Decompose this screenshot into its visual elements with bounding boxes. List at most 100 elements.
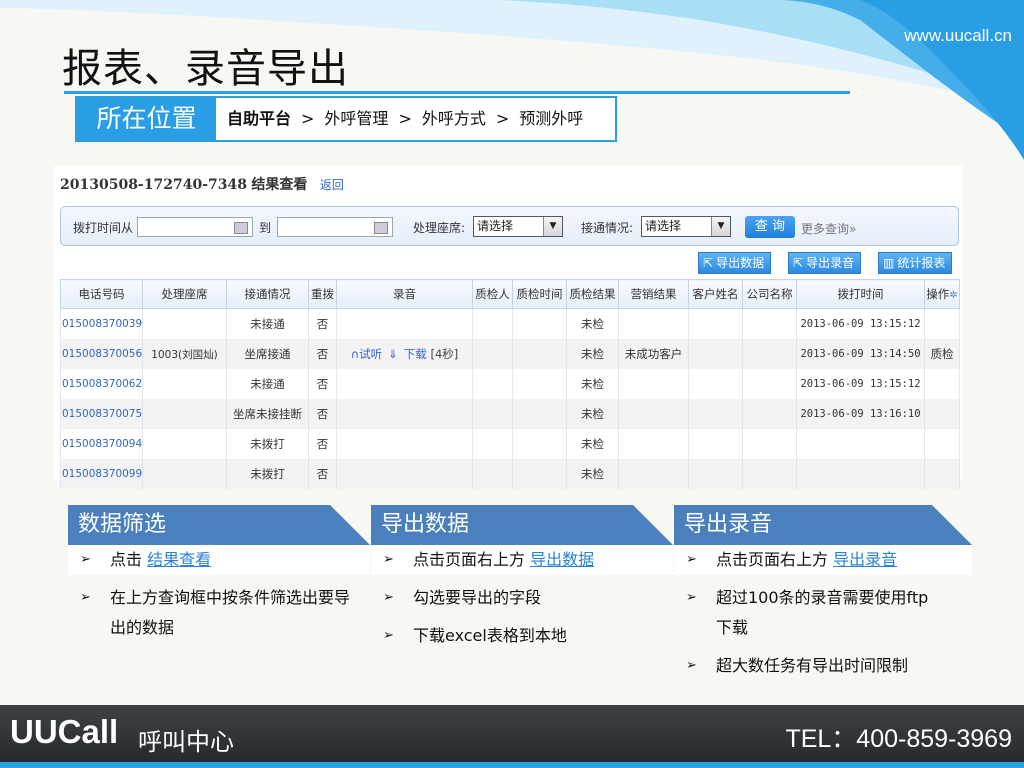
item-text: 在上方查询框中按条件筛选出要导出的数据 [110,588,351,637]
connect-select[interactable]: 请选择 ▼ [641,216,731,237]
headphones-icon: ∩ [350,347,360,361]
agent-select[interactable]: 请选择 ▼ [473,216,563,237]
redial-cell: 否 [308,308,337,339]
qc-person-cell [472,339,513,369]
phone-number-cell[interactable]: 015008370056 [60,339,143,369]
slide-title: 报表、录音导出 [62,46,349,92]
stats-report-label: 统计报表 [897,256,946,270]
export-recording-button[interactable]: ⇱ 导出录音 [788,252,862,274]
column-header[interactable]: 质检时间 [512,279,567,309]
item-text: 超大数任务有导出时间限制 [716,656,909,675]
download-link[interactable]: 下载 [404,347,427,361]
status-cell: 坐席未接挂断 [226,399,309,429]
column-header[interactable]: 处理座席 [142,279,227,309]
column-header[interactable]: 录音 [336,279,473,309]
column-header[interactable]: 质检结果 [566,279,619,309]
listen-link[interactable]: 试听 [359,347,382,361]
customer-name-cell [688,459,743,489]
qc-person-cell [472,459,513,489]
table-row: 015008370062 未接通否 未检 2013-06-09 13:15:12 [60,369,960,399]
operation-cell[interactable]: 质检 [924,339,960,369]
stats-report-button[interactable]: ▥ 统计报表 [878,252,953,274]
column-header[interactable]: 营销结果 [618,279,689,309]
chevron-down-icon[interactable]: ▼ [711,217,730,236]
panel-export-recording: 导出录音 ➢ 点击页面右上方 导出录音 ➢ 超过100条的录音需要使用ftp下载 ➢… [674,505,972,685]
qc-result-cell: 未检 [566,429,619,459]
calendar-icon[interactable] [234,222,248,234]
qc-result-cell: 未检 [566,399,619,429]
double-chevron-down-icon: » [849,222,857,236]
breadcrumb-separator: > [495,109,510,128]
calendar-icon[interactable] [374,222,388,234]
arrow-bullet-icon: ➢ [686,590,697,605]
phone-number-cell[interactable]: 015008370075 [60,399,143,429]
item-text: 下载excel表格到本地 [413,626,567,645]
time-to-label: 到 [259,221,272,235]
time-from-input[interactable] [137,217,253,237]
search-button[interactable]: 查 询 [745,216,795,238]
column-header[interactable]: 公司名称 [742,279,797,309]
column-header[interactable]: 操作✲ [924,279,960,309]
qc-time-cell [512,308,567,339]
company-name-cell [742,308,797,339]
location-tag: 所在位置 [77,98,216,140]
panel-data-filter: 数据筛选 ➢ 点击 结果查看 ➢ 在上方查询框中按条件筛选出要导出的数据 [68,505,370,685]
column-header[interactable]: 重拨 [308,279,337,309]
download-icon: ⇓ [388,347,398,361]
column-header[interactable]: 接通情况 [226,279,309,309]
footer-bar: UUCall 呼叫中心 TEL：400-859-3969 [0,705,1024,768]
export-data-button[interactable]: ⇱ 导出数据 [698,252,772,274]
status-cell: 未拨打 [226,459,309,489]
breadcrumb-item-method: 外呼方式 [421,109,486,128]
agent-select-value: 请选择 [477,219,514,233]
qc-time-cell [512,429,567,459]
agent-cell [142,429,227,459]
back-link[interactable]: 返回 [320,178,344,192]
arrow-bullet-icon: ➢ [80,552,91,567]
panel-title: 导出数据 [381,512,470,537]
recording-cell [336,399,473,429]
breadcrumb-item-platform: 自助平台 [227,109,292,128]
column-header[interactable]: 电话号码 [60,279,143,309]
export-data-link[interactable]: 导出数据 [530,550,594,569]
export-recording-link[interactable]: 导出录音 [833,550,897,569]
phone-number-cell[interactable]: 015008370094 [60,429,143,459]
footer-stripe [0,762,1024,768]
agent-cell: 1003(刘国灿) [142,339,227,369]
chevron-down-icon[interactable]: ▼ [543,217,562,236]
column-header[interactable]: 客户姓名 [688,279,743,309]
brand-logo: UUCall [10,713,119,750]
arrow-bullet-icon: ➢ [80,590,91,605]
phone-number-cell[interactable]: 015008370062 [60,369,143,399]
customer-name-cell [688,369,743,399]
redial-cell: 否 [308,459,337,489]
operation-cell [924,399,960,429]
panel-body: ➢ 点击页面右上方 导出录音 ➢ 超过100条的录音需要使用ftp下载 ➢ 超大数任务… [674,545,972,689]
recording-cell [336,429,473,459]
column-header[interactable]: 质检人 [472,279,513,309]
marketing-result-cell [618,369,689,399]
recording-cell: ∩试听 ⇓ 下载 [4秒] [336,339,473,369]
phone-number-cell[interactable]: 015008370039 [60,308,143,339]
status-cell: 坐席接通 [226,339,309,369]
gear-icon[interactable]: ✲ [949,290,957,301]
time-to-input[interactable] [277,217,393,237]
column-header[interactable]: 拨打时间 [796,279,925,309]
arrow-bullet-icon: ➢ [686,552,697,567]
qc-time-cell [512,399,567,429]
redial-cell: 否 [308,339,337,369]
qc-person-cell [472,429,513,459]
phone-number-cell[interactable]: 015008370099 [60,459,143,489]
agent-cell [142,399,227,429]
connect-select-value: 请选择 [645,219,682,233]
results-view-link[interactable]: 结果查看 [147,550,211,569]
breadcrumb-item-predictive: 预测外呼 [519,109,584,128]
customer-name-cell [688,429,743,459]
company-name-cell [742,339,797,369]
call-time-cell [796,429,925,459]
panel-body: ➢ 点击 结果查看 ➢ 在上方查询框中按条件筛选出要导出的数据 [68,545,370,651]
table-body: 015008370039 未接通否未检 2013-06-09 13:15:12 015… [60,308,960,489]
marketing-result-cell [618,459,689,489]
connect-label: 接通情况: [581,221,634,235]
more-query-link[interactable]: 更多查询» [801,220,856,237]
